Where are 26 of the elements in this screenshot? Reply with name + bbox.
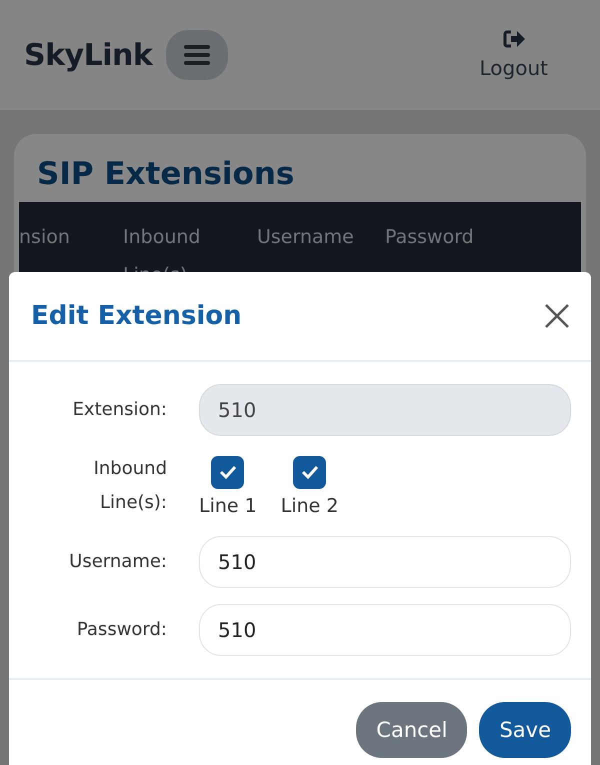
field-label: Username: [68, 550, 168, 574]
check-icon [300, 465, 319, 479]
card-title: SIP Extensions [37, 156, 296, 192]
column-header: nsion [19, 225, 71, 250]
checkbox-label: Line 2 [280, 494, 338, 516]
column-header: Username [257, 225, 355, 250]
field-label: Password: [76, 618, 168, 642]
close-icon [543, 302, 571, 330]
save-button[interactable]: Save [479, 702, 571, 758]
logout-icon [502, 30, 525, 48]
menu-button[interactable] [166, 30, 228, 80]
checkbox[interactable] [211, 456, 244, 488]
cancel-button[interactable]: Cancel [356, 702, 468, 758]
dialog-title: Edit Extension [31, 301, 242, 331]
logout-button[interactable]: Logout [480, 30, 548, 80]
brand-title: SkyLink [24, 38, 152, 72]
input-field[interactable]: 510 [199, 536, 571, 588]
input-field[interactable]: 510 [199, 604, 571, 656]
checkbox[interactable] [293, 456, 326, 488]
check-icon [218, 465, 237, 479]
field-label: Extension: [72, 398, 168, 422]
menu-icon [184, 44, 210, 66]
checkbox-label: Line 1 [199, 494, 257, 516]
column-header: Password [385, 225, 475, 250]
field-label: Inbound Line(s): [92, 457, 168, 515]
close-button[interactable] [543, 302, 571, 330]
